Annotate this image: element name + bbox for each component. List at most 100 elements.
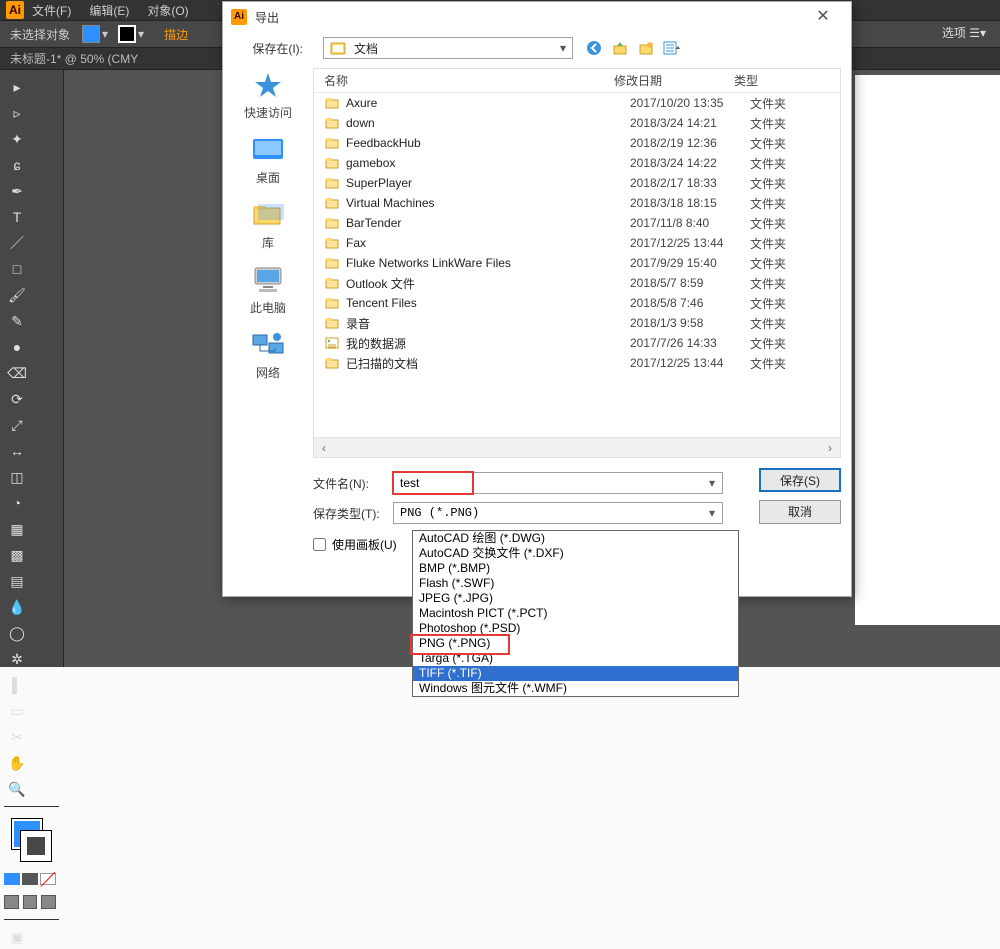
perspective-tool-icon[interactable]: ▦ bbox=[3, 517, 31, 541]
place-libraries[interactable]: 库 bbox=[238, 200, 298, 251]
place-desktop[interactable]: 桌面 bbox=[238, 135, 298, 186]
blend-tool-icon[interactable]: ◯ bbox=[3, 621, 31, 645]
symbol-sprayer-tool-icon[interactable]: ✲ bbox=[3, 647, 31, 671]
dialog-titlebar[interactable]: Ai 导出 ✕ bbox=[223, 2, 851, 32]
rotate-tool-icon[interactable]: ⟳ bbox=[3, 387, 31, 411]
menu-file[interactable]: 文件(F) bbox=[32, 2, 71, 19]
file-row[interactable]: Tencent Files2018/5/8 7:46文件夹 bbox=[314, 293, 840, 313]
file-row[interactable]: Virtual Machines2018/3/18 18:15文件夹 bbox=[314, 193, 840, 213]
format-option[interactable]: Flash (*.SWF) bbox=[413, 576, 738, 591]
filetype-combobox[interactable]: PNG (*.PNG) ▾ bbox=[393, 502, 723, 524]
save-button[interactable]: 保存(S) bbox=[759, 468, 841, 492]
file-list-header[interactable]: 名称 修改日期 类型 bbox=[314, 69, 840, 93]
nav-up-icon[interactable] bbox=[611, 39, 629, 57]
horizontal-scrollbar[interactable]: ‹ › bbox=[314, 437, 840, 457]
paintbrush-tool-icon[interactable]: 🖌 bbox=[3, 283, 31, 307]
col-name[interactable]: 名称 bbox=[324, 72, 614, 89]
fill-stroke-control[interactable] bbox=[12, 819, 51, 861]
menu-object[interactable]: 对象(O) bbox=[147, 2, 188, 19]
direct-selection-tool-icon[interactable]: ▹ bbox=[3, 101, 31, 125]
file-row[interactable]: down2018/3/24 14:21文件夹 bbox=[314, 113, 840, 133]
chevron-down-icon[interactable]: ▾ bbox=[702, 506, 722, 520]
magic-wand-tool-icon[interactable]: ✦ bbox=[3, 127, 31, 151]
selection-tool-icon[interactable]: ▸ bbox=[3, 75, 31, 99]
eyedropper-tool-icon[interactable]: 💧 bbox=[3, 595, 31, 619]
nav-back-icon[interactable] bbox=[585, 39, 603, 57]
place-quick-access[interactable]: 快速访问 bbox=[238, 70, 298, 121]
free-transform-tool-icon[interactable]: ◫ bbox=[3, 465, 31, 489]
col-type[interactable]: 类型 bbox=[734, 72, 830, 89]
stroke-swatch[interactable] bbox=[118, 25, 136, 43]
format-option[interactable]: Macintosh PICT (*.PCT) bbox=[413, 606, 738, 621]
use-artboard-checkbox[interactable] bbox=[313, 538, 326, 551]
mesh-tool-icon[interactable]: ▩ bbox=[3, 543, 31, 567]
file-row[interactable]: Fax2017/12/25 13:44文件夹 bbox=[314, 233, 840, 253]
lasso-tool-icon[interactable]: ɕ bbox=[3, 153, 31, 177]
artboard-tool-icon[interactable]: ▭ bbox=[3, 699, 31, 723]
folder-icon bbox=[324, 256, 340, 270]
file-row[interactable]: Axure2017/10/20 13:35文件夹 bbox=[314, 93, 840, 113]
format-option[interactable]: AutoCAD 绘图 (*.DWG) bbox=[413, 531, 738, 546]
pen-tool-icon[interactable]: ✒ bbox=[3, 179, 31, 203]
scale-tool-icon[interactable]: ⤢ bbox=[3, 413, 31, 437]
scroll-right-icon[interactable]: › bbox=[820, 441, 840, 455]
format-option[interactable]: Targa (*.TGA) bbox=[413, 651, 738, 666]
filetype-dropdown-list[interactable]: AutoCAD 绘图 (*.DWG)AutoCAD 交换文件 (*.DXF)BM… bbox=[412, 530, 739, 697]
width-tool-icon[interactable]: ↔ bbox=[3, 439, 31, 463]
file-row[interactable]: BarTender2017/11/8 8:40文件夹 bbox=[314, 213, 840, 233]
graph-tool-icon[interactable]: ▌ bbox=[3, 673, 31, 697]
format-option[interactable]: JPEG (*.JPG) bbox=[413, 591, 738, 606]
menu-edit[interactable]: 编辑(E) bbox=[89, 2, 129, 19]
file-row[interactable]: FeedbackHub2018/2/19 12:36文件夹 bbox=[314, 133, 840, 153]
zoom-tool-icon[interactable]: 🔍 bbox=[3, 777, 31, 801]
ai-canvas[interactable] bbox=[855, 75, 1000, 625]
chevron-down-icon[interactable]: ▾ bbox=[554, 41, 572, 55]
stroke-dropdown-caret-icon[interactable]: ▾ bbox=[138, 27, 144, 41]
filename-combobox[interactable]: test ▾ bbox=[393, 472, 723, 494]
file-row[interactable]: 录音2018/1/3 9:58文件夹 bbox=[314, 313, 840, 333]
line-tool-icon[interactable]: ／ bbox=[3, 231, 31, 255]
format-option[interactable]: PNG (*.PNG) bbox=[413, 636, 738, 651]
use-artboard-label: 使用画板(U) bbox=[332, 536, 397, 553]
new-folder-icon[interactable] bbox=[637, 39, 655, 57]
format-option[interactable]: Photoshop (*.PSD) bbox=[413, 621, 738, 636]
file-row[interactable]: Outlook 文件2018/5/7 8:59文件夹 bbox=[314, 273, 840, 293]
filename-value[interactable]: test bbox=[394, 476, 419, 490]
color-mode-swatches[interactable] bbox=[4, 873, 59, 885]
format-option[interactable]: Windows 图元文件 (*.WMF) bbox=[413, 681, 738, 696]
place-this-pc[interactable]: 此电脑 bbox=[238, 265, 298, 316]
stroke-color-icon[interactable] bbox=[21, 831, 51, 861]
file-row[interactable]: 已扫描的文档2017/12/25 13:44文件夹 bbox=[314, 353, 840, 373]
screen-mode-icon[interactable]: ▣ bbox=[3, 925, 31, 949]
rectangle-tool-icon[interactable]: □ bbox=[3, 257, 31, 281]
file-rows[interactable]: Axure2017/10/20 13:35文件夹down2018/3/24 14… bbox=[314, 93, 840, 437]
pencil-tool-icon[interactable]: ✎ bbox=[3, 309, 31, 333]
blob-brush-tool-icon[interactable]: ● bbox=[3, 335, 31, 359]
file-row[interactable]: SuperPlayer2018/2/17 18:33文件夹 bbox=[314, 173, 840, 193]
slice-tool-icon[interactable]: ✂ bbox=[3, 725, 31, 749]
fill-swatch[interactable] bbox=[82, 25, 100, 43]
file-row[interactable]: 我的数据源2017/7/26 14:33文件夹 bbox=[314, 333, 840, 353]
format-option[interactable]: TIFF (*.TIF) bbox=[413, 666, 738, 681]
options-menu[interactable]: 选项 ☰▾ bbox=[942, 24, 986, 41]
scroll-left-icon[interactable]: ‹ bbox=[314, 441, 334, 455]
draw-mode-icons[interactable] bbox=[4, 895, 60, 909]
close-icon[interactable]: ✕ bbox=[803, 4, 843, 30]
chevron-down-icon[interactable]: ▾ bbox=[702, 476, 722, 490]
save-in-combobox[interactable]: 文档 ▾ bbox=[323, 37, 573, 59]
cancel-button[interactable]: 取消 bbox=[759, 500, 841, 524]
fill-dropdown-caret-icon[interactable]: ▾ bbox=[102, 27, 108, 41]
file-row[interactable]: Fluke Networks LinkWare Files2017/9/29 1… bbox=[314, 253, 840, 273]
gradient-tool-icon[interactable]: ▤ bbox=[3, 569, 31, 593]
file-name: Outlook 文件 bbox=[346, 275, 630, 292]
shape-builder-tool-icon[interactable]: ◔ bbox=[3, 491, 31, 515]
file-row[interactable]: gamebox2018/3/24 14:22文件夹 bbox=[314, 153, 840, 173]
place-network[interactable]: 网络 bbox=[238, 330, 298, 381]
format-option[interactable]: AutoCAD 交换文件 (*.DXF) bbox=[413, 546, 738, 561]
eraser-tool-icon[interactable]: ⌫ bbox=[3, 361, 31, 385]
col-date[interactable]: 修改日期 bbox=[614, 72, 734, 89]
hand-tool-icon[interactable]: ✋ bbox=[3, 751, 31, 775]
format-option[interactable]: BMP (*.BMP) bbox=[413, 561, 738, 576]
view-menu-icon[interactable] bbox=[663, 39, 681, 57]
type-tool-icon[interactable]: T bbox=[3, 205, 31, 229]
